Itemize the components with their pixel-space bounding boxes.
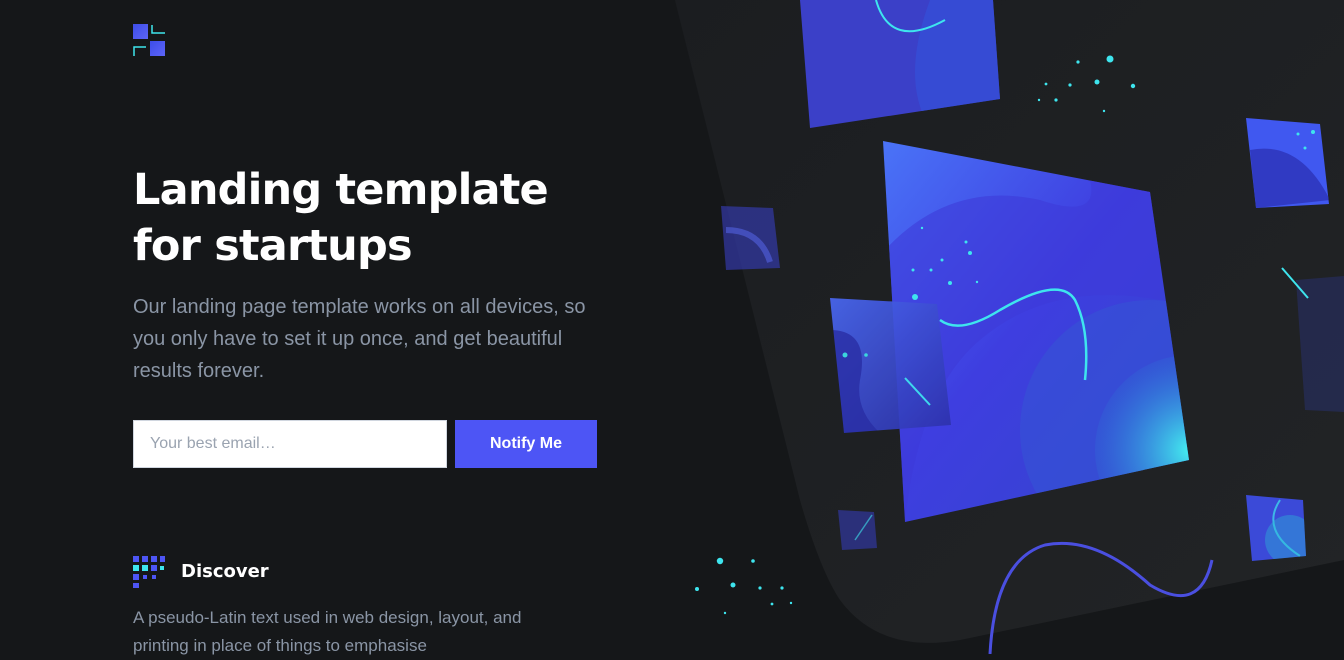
notify-me-button[interactable]: Notify Me [455, 420, 597, 468]
feature-title: Discover [181, 561, 269, 582]
hero-description: Our landing page template works on all d… [133, 296, 586, 382]
logo-icon[interactable] [133, 24, 165, 56]
email-input[interactable] [133, 420, 447, 468]
signup-form: Notify Me [133, 420, 597, 468]
grid-dots-icon [133, 556, 165, 588]
hero-illustration [675, 0, 1344, 654]
hero-title: Landing template for startups [133, 165, 549, 271]
feature-description: A pseudo-Latin text used in web design, … [133, 608, 522, 655]
